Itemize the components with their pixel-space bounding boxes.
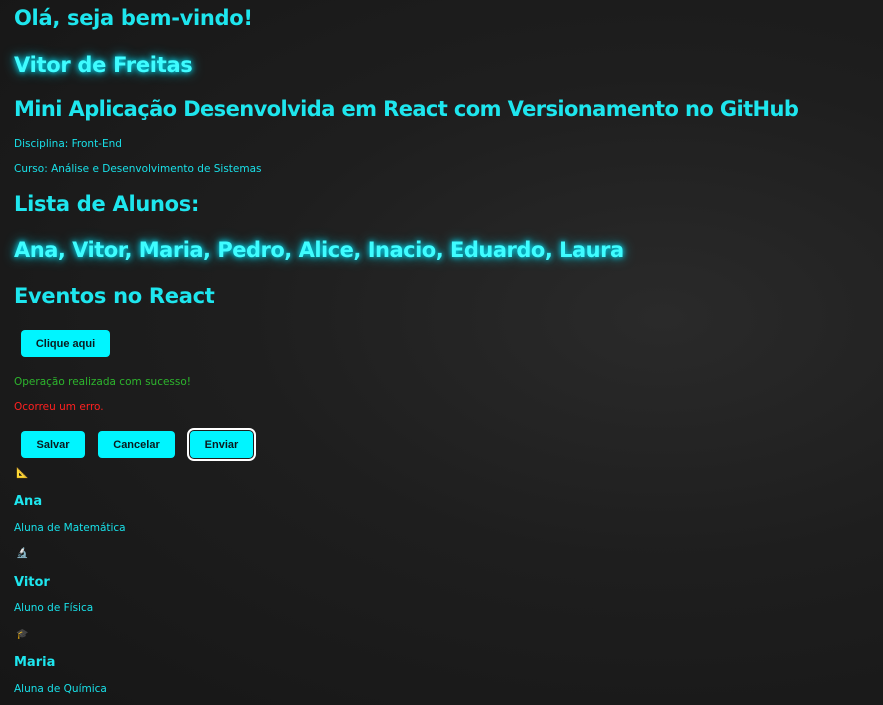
student-card-name: Maria [14,655,56,670]
events-title: Eventos no React [14,284,215,308]
click-here-button[interactable]: Clique aqui [21,330,110,357]
student-card-description: Aluna de Matemática [14,522,126,534]
student-list-title: Lista de Alunos: [14,192,200,216]
microscope-icon: 🔬 [16,548,29,559]
error-message: Ocorreu um erro. [14,401,104,413]
success-message: Operação realizada com sucesso! [14,376,192,388]
save-button[interactable]: Salvar [21,431,85,458]
graduation-cap-icon: 🎓 [16,629,29,640]
app-subtitle-heading: Mini Aplicação Desenvolvida em React com… [14,97,799,121]
student-card-description: Aluna de Química [14,683,107,695]
greeting-heading: Olá, seja bem-vindo! [14,6,253,30]
student-card-name: Vitor [14,575,50,590]
student-card-description: Aluno de Física [14,602,94,614]
author-name-heading: Vitor de Freitas [14,53,193,77]
course-text: Curso: Análise e Desenvolvimento de Sist… [14,163,262,175]
student-card-name: Ana [14,494,43,509]
student-list-names: Ana, Vitor, Maria, Pedro, Alice, Inacio,… [14,238,624,262]
send-button[interactable]: Enviar [187,428,256,461]
cancel-button[interactable]: Cancelar [98,431,175,458]
discipline-text: Disciplina: Front-End [14,138,122,150]
ruler-triangle-icon: 📐 [16,468,29,479]
